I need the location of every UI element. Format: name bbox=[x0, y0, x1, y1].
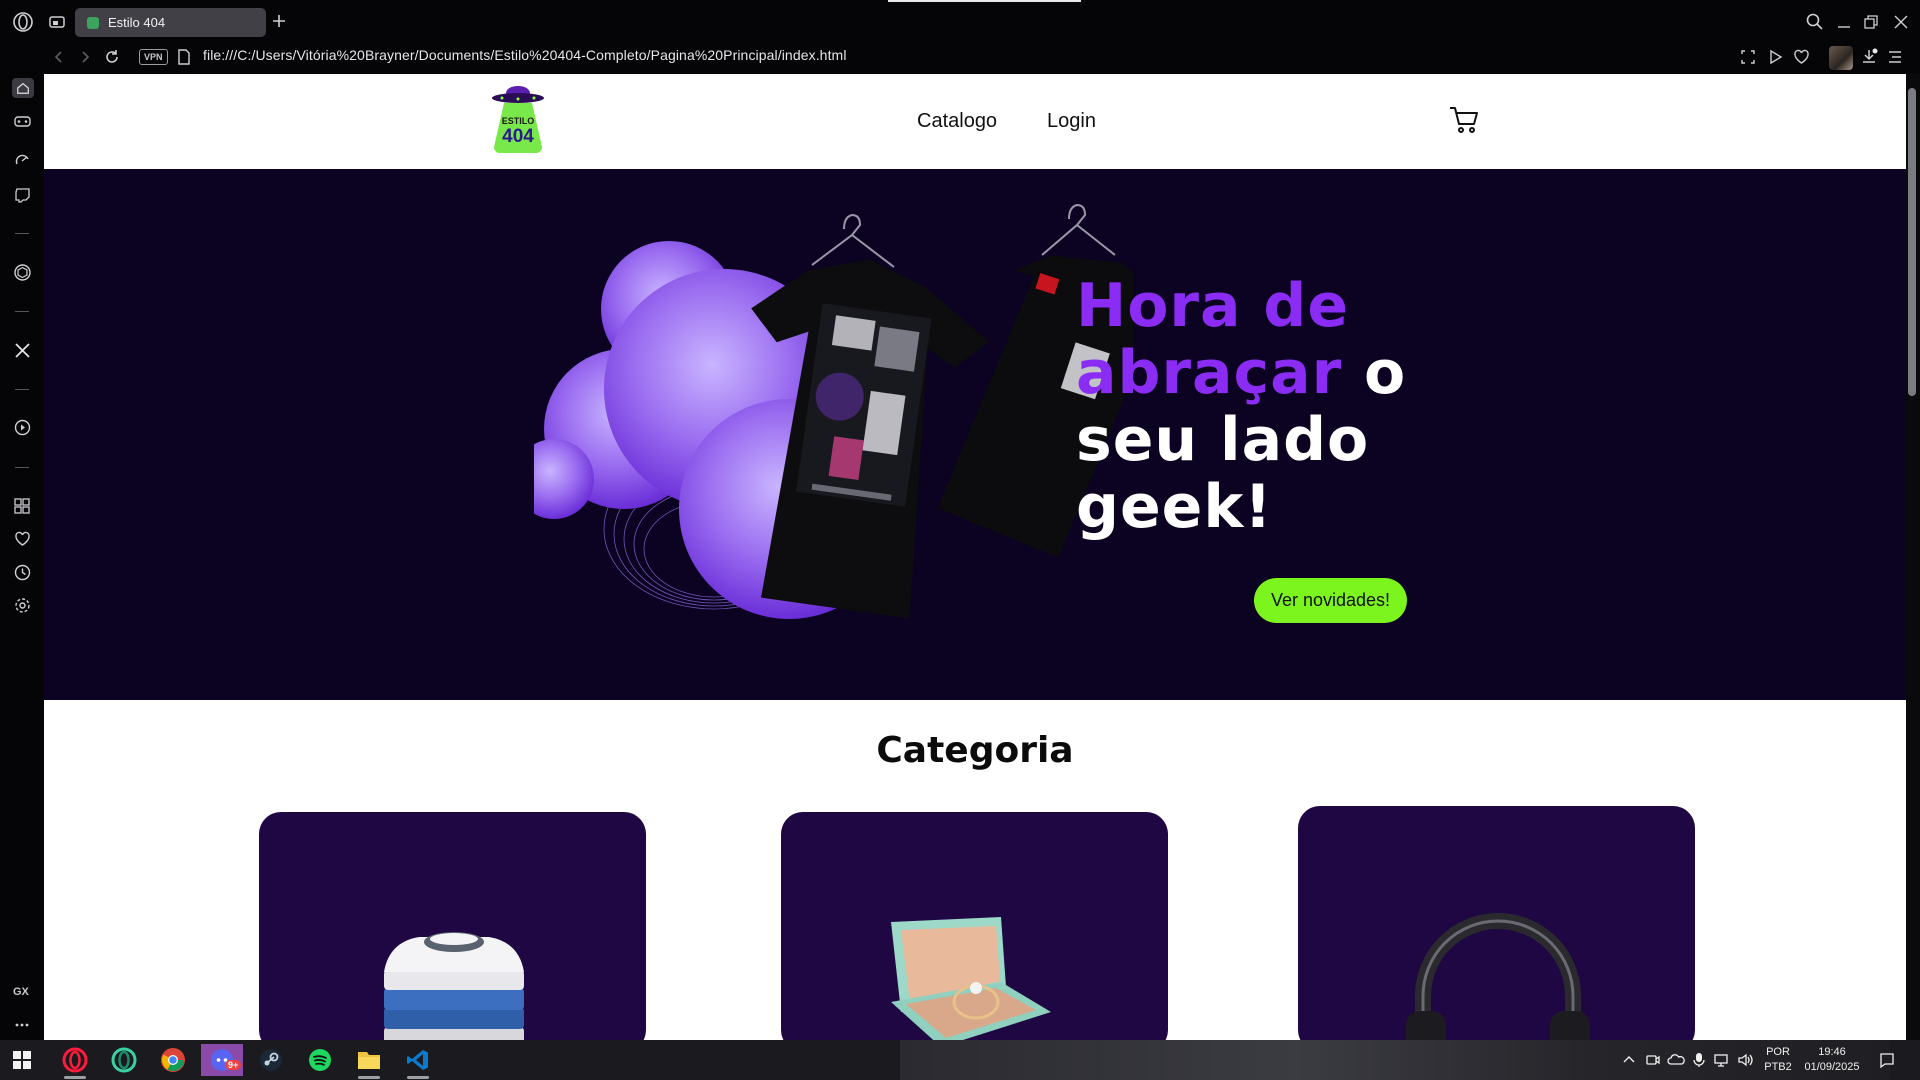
keyboard-layout: PTB2 bbox=[1764, 1061, 1792, 1073]
url-text[interactable]: file:///C:/Users/Vitória%20Brayner/Docum… bbox=[203, 47, 847, 63]
language-code: POR bbox=[1766, 1046, 1790, 1058]
settings-gear-icon[interactable] bbox=[14, 597, 31, 614]
page-viewport: ESTILO 404 Catalogo Login Hora de abraça… bbox=[44, 74, 1906, 1040]
language-indicator[interactable]: POR PTB2 bbox=[1763, 1045, 1793, 1075]
player-icon[interactable] bbox=[1767, 49, 1783, 65]
site-header: ESTILO 404 Catalogo Login bbox=[44, 74, 1906, 169]
opera-menu-icon[interactable] bbox=[12, 11, 34, 33]
profile-avatar[interactable] bbox=[1829, 46, 1853, 70]
gx-control-label[interactable]: GX bbox=[13, 986, 29, 998]
tab-islands-icon[interactable] bbox=[48, 13, 66, 31]
hero-tshirts-blob-image bbox=[534, 203, 1134, 619]
gx-corner-icon[interactable] bbox=[14, 113, 31, 130]
twitch-icon[interactable] bbox=[14, 187, 31, 204]
category-card-accessories[interactable] bbox=[781, 812, 1168, 1040]
nav-link-catalogo[interactable]: Catalogo bbox=[917, 110, 997, 133]
sidebar-divider bbox=[15, 389, 29, 390]
headphones-image bbox=[1406, 913, 1590, 1040]
windows-taskbar: 9+ POR PTB2 19:46 01/09/2025 bbox=[0, 1040, 1920, 1080]
x-twitter-icon[interactable] bbox=[14, 342, 31, 359]
logo-text-bottom: 404 bbox=[502, 126, 534, 147]
network-icon[interactable] bbox=[1713, 1052, 1731, 1068]
restore-icon[interactable] bbox=[1863, 14, 1879, 30]
extensions-grid-icon[interactable] bbox=[14, 498, 30, 514]
microphone-icon[interactable] bbox=[1692, 1052, 1706, 1068]
onedrive-icon[interactable] bbox=[1667, 1052, 1685, 1068]
bookmarks-heart-icon[interactable] bbox=[14, 531, 31, 547]
volume-icon[interactable] bbox=[1737, 1052, 1755, 1068]
sidebar-divider bbox=[15, 311, 29, 312]
history-clock-icon[interactable] bbox=[14, 564, 31, 581]
clock-time: 19:46 bbox=[1818, 1046, 1846, 1058]
vpn-badge[interactable]: VPN bbox=[139, 49, 168, 65]
clock-date: 01/09/2025 bbox=[1804, 1061, 1860, 1073]
category-card-clothing[interactable] bbox=[259, 812, 646, 1040]
ver-novidades-button[interactable]: Ver novidades! bbox=[1254, 578, 1407, 623]
music-player-icon[interactable] bbox=[14, 419, 31, 436]
hero-banner: Hora de abraçar o seu lado geek! Ver nov… bbox=[44, 169, 1906, 700]
hero-headline: Hora de abraçar o seu lado geek! bbox=[1076, 273, 1496, 541]
back-arrow-icon[interactable] bbox=[52, 50, 66, 64]
page-info-icon[interactable] bbox=[177, 49, 191, 65]
new-tab-plus-icon[interactable] bbox=[272, 14, 286, 28]
windows-start-icon[interactable] bbox=[1, 1044, 43, 1076]
site-favicon-icon bbox=[87, 16, 99, 29]
easy-setup-menu-icon[interactable] bbox=[1887, 49, 1903, 65]
show-hidden-icons-chevron-icon[interactable] bbox=[1622, 1053, 1636, 1067]
chatgpt-icon[interactable] bbox=[13, 263, 32, 282]
reload-icon[interactable] bbox=[104, 49, 120, 65]
spotify-taskbar-icon[interactable] bbox=[299, 1044, 341, 1076]
minimize-icon[interactable] bbox=[1836, 14, 1852, 30]
tab-title: Estilo 404 bbox=[108, 15, 166, 30]
category-section-title: Categoria bbox=[876, 730, 1074, 771]
bookmark-heart-icon[interactable] bbox=[1793, 49, 1810, 65]
logo-text-top: ESTILO bbox=[502, 116, 535, 126]
steam-taskbar-icon[interactable] bbox=[250, 1044, 292, 1076]
vscode-taskbar-icon[interactable] bbox=[397, 1044, 439, 1079]
window-drag-indicator bbox=[888, 0, 1081, 2]
search-tabs-icon[interactable] bbox=[1806, 13, 1823, 30]
meet-now-icon[interactable] bbox=[1645, 1052, 1661, 1068]
clock[interactable]: 19:46 01/09/2025 bbox=[1800, 1045, 1864, 1075]
discord-taskbar-icon[interactable]: 9+ bbox=[201, 1044, 243, 1076]
downloads-icon[interactable] bbox=[1861, 48, 1878, 65]
home-icon[interactable] bbox=[12, 78, 34, 98]
tab-estilo-404[interactable]: Estilo 404 bbox=[75, 8, 266, 37]
estilo-404-logo[interactable]: ESTILO 404 bbox=[488, 84, 548, 154]
snapshot-icon[interactable] bbox=[1740, 49, 1756, 65]
nav-link-login[interactable]: Login bbox=[1047, 110, 1096, 133]
scrollbar-thumb[interactable] bbox=[1908, 88, 1916, 396]
file-explorer-taskbar-icon[interactable] bbox=[348, 1044, 390, 1079]
ring-box-image bbox=[891, 917, 1051, 1040]
folded-shirts-image bbox=[384, 932, 524, 1040]
sidebar-divider bbox=[15, 233, 29, 234]
browser-sidebar bbox=[0, 74, 44, 1040]
notifications-icon[interactable] bbox=[1879, 1052, 1895, 1068]
more-dots-icon[interactable] bbox=[15, 1022, 29, 1028]
close-window-icon[interactable] bbox=[1893, 14, 1909, 30]
opera-taskbar-icon[interactable] bbox=[103, 1044, 145, 1076]
shopping-cart-icon[interactable] bbox=[1448, 104, 1480, 136]
forward-arrow-icon[interactable] bbox=[78, 50, 92, 64]
discord-notification-badge: 9+ bbox=[225, 1060, 242, 1070]
sidebar-divider bbox=[15, 467, 29, 468]
hero-headline-accent: Hora de abraçar bbox=[1076, 271, 1350, 408]
chrome-taskbar-icon[interactable] bbox=[152, 1044, 194, 1076]
speed-dial-icon[interactable] bbox=[14, 152, 31, 169]
category-card-electronics[interactable] bbox=[1298, 806, 1695, 1040]
browser-tab-bar: Estilo 404 bbox=[0, 0, 1920, 43]
opera-gx-taskbar-icon[interactable] bbox=[54, 1044, 96, 1079]
